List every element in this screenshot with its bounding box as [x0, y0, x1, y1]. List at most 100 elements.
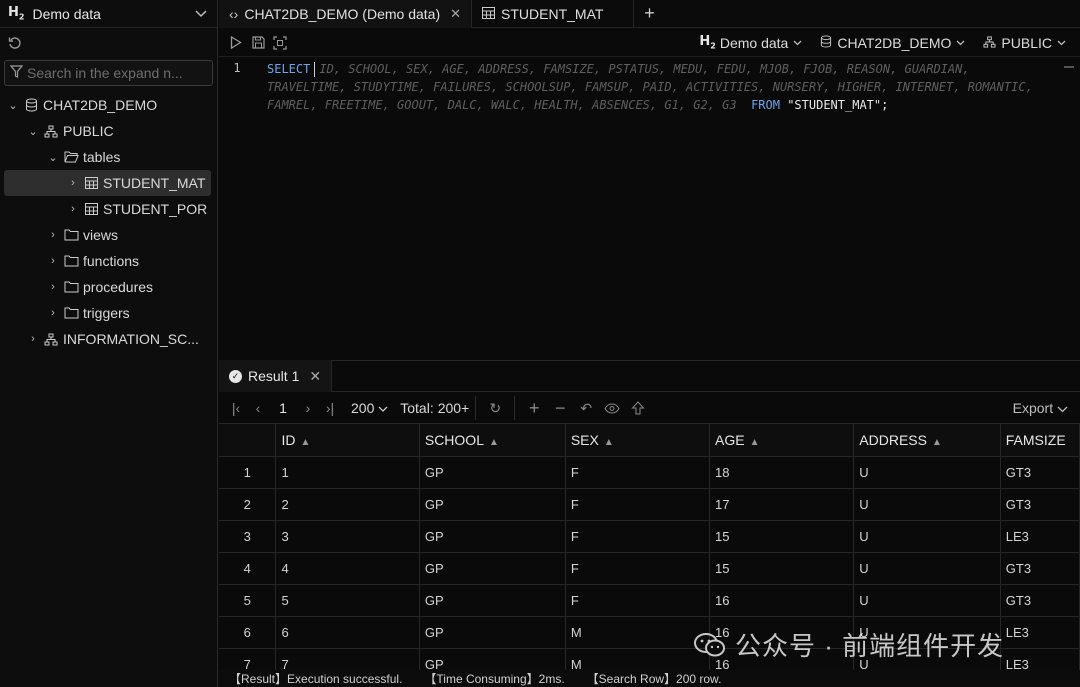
table-cell[interactable]: GT3	[1000, 552, 1080, 585]
tree-node-student-mat[interactable]: › STUDENT_MAT	[4, 170, 211, 196]
sort-icon[interactable]: ▲︎	[489, 437, 499, 448]
table-cell[interactable]: LE3	[1000, 616, 1080, 649]
table-row[interactable]: 3 3 GP F 15 U LE3	[219, 520, 1080, 553]
table-cell[interactable]: 7	[275, 648, 420, 670]
table-cell[interactable]: F	[565, 456, 711, 489]
table-cell[interactable]: M	[565, 648, 711, 670]
table-cell[interactable]: U	[853, 520, 1001, 553]
table-cell[interactable]: GT3	[1000, 584, 1080, 617]
chevron-right-icon[interactable]: ›	[46, 255, 60, 267]
chevron-down-icon[interactable]	[193, 6, 209, 22]
submit-icon[interactable]	[625, 401, 651, 415]
table-cell[interactable]: 18	[709, 456, 855, 489]
close-icon[interactable]: ✕	[450, 6, 461, 22]
chevron-right-icon[interactable]: ›	[66, 203, 80, 215]
tab-console[interactable]: ‹› CHAT2DB_DEMO (Demo data) ✕	[219, 0, 473, 28]
table-cell[interactable]: F	[565, 488, 711, 521]
table-cell[interactable]: 3	[275, 520, 420, 553]
close-icon[interactable]: ✕	[309, 368, 321, 385]
chevron-right-icon[interactable]: ›	[26, 333, 40, 345]
sort-icon[interactable]: ▲︎	[932, 437, 942, 448]
tree-search[interactable]	[4, 60, 213, 86]
table-cell[interactable]: 15	[709, 520, 855, 553]
tree-node-triggers[interactable]: › triggers	[0, 300, 217, 326]
table-row[interactable]: 1 1 GP F 18 U GT3	[219, 456, 1080, 489]
refresh-icon[interactable]	[4, 32, 26, 54]
table-cell[interactable]: GT3	[1000, 456, 1080, 489]
table-cell[interactable]: 5	[275, 584, 420, 617]
tree-node-student-por[interactable]: › STUDENT_POR	[0, 196, 217, 222]
table-cell[interactable]: F	[565, 584, 711, 617]
table-cell[interactable]: F	[565, 520, 711, 553]
chevron-down-icon[interactable]: ⌄	[26, 125, 40, 138]
table-cell[interactable]: U	[853, 488, 1001, 521]
tab-student-mat[interactable]: STUDENT_MAT	[472, 0, 635, 28]
schema-select[interactable]: PUBLIC	[983, 35, 1066, 51]
table-cell[interactable]: U	[853, 552, 1001, 585]
table-cell[interactable]: 1	[275, 456, 420, 489]
column-header-address[interactable]: ADDRESS ▲︎	[853, 424, 1001, 457]
column-header-famsize[interactable]: FAMSIZE	[1000, 424, 1080, 457]
table-cell[interactable]: F	[565, 552, 711, 585]
editor-scrollbar[interactable]	[1064, 66, 1074, 68]
table-cell[interactable]: 16	[709, 584, 855, 617]
table-cell[interactable]: GP	[419, 584, 566, 617]
column-header-age[interactable]: AGE ▲︎	[709, 424, 855, 457]
page-size-select[interactable]: 200	[351, 400, 388, 416]
sql-editor[interactable]: 1 SELECT ID, SCHOOL, SEX, AGE, ADDRESS, F…	[219, 58, 1080, 358]
refresh-icon[interactable]: ↻	[482, 400, 508, 417]
chevron-right-icon[interactable]: ›	[46, 307, 60, 319]
table-row[interactable]: 2 2 GP F 17 U GT3	[219, 488, 1080, 521]
tree-node-functions[interactable]: › functions	[0, 248, 217, 274]
tree-node-views[interactable]: › views	[0, 222, 217, 248]
tree-node-information-schema[interactable]: › INFORMATION_SC...	[0, 326, 217, 352]
table-cell[interactable]: GP	[419, 520, 566, 553]
chevron-down-icon[interactable]: ⌄	[6, 99, 20, 112]
chevron-right-icon[interactable]: ›	[66, 177, 80, 189]
column-header-id[interactable]: ID ▲︎	[275, 424, 420, 457]
export-button[interactable]: Export	[1013, 400, 1068, 416]
tree-node-procedures[interactable]: › procedures	[0, 274, 217, 300]
sort-icon[interactable]: ▲︎	[300, 437, 310, 448]
add-row-icon[interactable]: +	[521, 398, 547, 419]
first-page-icon[interactable]: |‹	[225, 400, 247, 416]
table-cell[interactable]: U	[853, 584, 1001, 617]
tab-result-1[interactable]: ✓ Result 1 ✕	[219, 360, 333, 392]
tree-node-chat2db-demo[interactable]: ⌄ CHAT2DB_DEMO	[0, 92, 217, 118]
table-cell[interactable]: 4	[275, 552, 420, 585]
next-page-icon[interactable]: ›	[297, 400, 319, 416]
table-cell[interactable]: 15	[709, 552, 855, 585]
undo-icon[interactable]: ↶	[573, 400, 599, 417]
table-cell[interactable]: M	[565, 616, 711, 649]
tree-search-input[interactable]	[27, 65, 207, 81]
last-page-icon[interactable]: ›|	[319, 400, 341, 416]
table-cell[interactable]: LE3	[1000, 520, 1080, 553]
column-header-school[interactable]: SCHOOL ▲︎	[419, 424, 566, 457]
table-cell[interactable]: GP	[419, 488, 566, 521]
column-header-sex[interactable]: SEX ▲︎	[565, 424, 711, 457]
sql-code[interactable]: SELECT ID, SCHOOL, SEX, AGE, ADDRESS, FAM…	[267, 60, 1062, 114]
sort-icon[interactable]: ▲︎	[750, 437, 760, 448]
table-cell[interactable]: 17	[709, 488, 855, 521]
save-icon[interactable]	[247, 32, 269, 54]
table-row[interactable]: 5 5 GP F 16 U GT3	[219, 584, 1080, 617]
table-cell[interactable]: U	[853, 456, 1001, 489]
add-tab-button[interactable]: +	[634, 3, 664, 24]
tree-node-tables[interactable]: ⌄ tables	[0, 144, 217, 170]
datasource-select[interactable]: H2 Demo data	[699, 34, 802, 51]
format-icon[interactable]	[269, 32, 291, 54]
view-icon[interactable]	[599, 402, 625, 414]
table-cell[interactable]: GP	[419, 648, 566, 670]
run-icon[interactable]	[225, 32, 247, 54]
table-cell[interactable]: GP	[419, 552, 566, 585]
datasource-header[interactable]: H2 Demo data	[0, 0, 217, 28]
table-cell[interactable]: GT3	[1000, 488, 1080, 521]
table-cell[interactable]: 2	[275, 488, 420, 521]
delete-row-icon[interactable]: −	[547, 398, 573, 419]
table-cell[interactable]: LE3	[1000, 648, 1080, 670]
table-cell[interactable]: GP	[419, 616, 566, 649]
tree-node-public[interactable]: ⌄ PUBLIC	[0, 118, 217, 144]
sort-icon[interactable]: ▲︎	[604, 437, 614, 448]
table-cell[interactable]: GP	[419, 456, 566, 489]
table-cell[interactable]: 6	[275, 616, 420, 649]
